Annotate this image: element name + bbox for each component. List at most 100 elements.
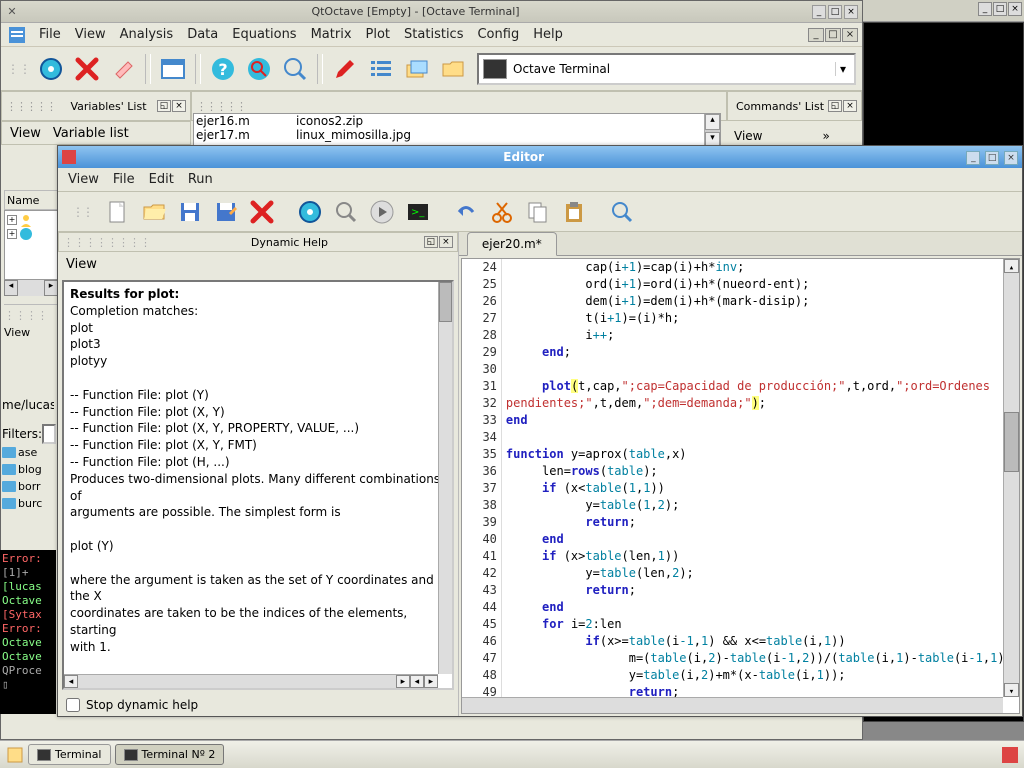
close-icon[interactable]: ×: [172, 100, 186, 112]
close-button[interactable]: ×: [1008, 2, 1022, 16]
file-item[interactable]: iconos2.zip: [296, 114, 396, 128]
list-item[interactable]: blog: [2, 461, 56, 478]
column-header[interactable]: Name: [7, 194, 39, 207]
run-icon[interactable]: [366, 196, 398, 228]
help-icon[interactable]: ?: [207, 53, 239, 85]
menu-view[interactable]: View: [4, 326, 30, 339]
menu-statistics[interactable]: Statistics: [404, 27, 463, 42]
minimize-button[interactable]: _: [978, 2, 992, 16]
help-content[interactable]: Results for plot: Completion matches: pl…: [62, 280, 454, 690]
variables-panel-menu: View Variable list: [1, 121, 191, 145]
close-icon[interactable]: ×: [844, 5, 858, 19]
scrollbar-h[interactable]: ◂▸◂▸: [64, 674, 438, 688]
menu-config[interactable]: Config: [477, 27, 519, 42]
file-item[interactable]: ejer17.m: [196, 128, 296, 142]
menu-plot[interactable]: Plot: [366, 27, 391, 42]
gear-icon[interactable]: [35, 53, 67, 85]
save-as-icon[interactable]: [210, 196, 242, 228]
code-content[interactable]: cap(i+1)=cap(i)+h*inv; ord(i+1)=ord(i)+h…: [502, 259, 1019, 713]
list-item[interactable]: ase: [2, 444, 56, 461]
pencil-icon[interactable]: [329, 53, 361, 85]
scrollbar-v[interactable]: ▴▾: [704, 114, 720, 148]
tree-item[interactable]: +: [7, 227, 55, 241]
undock-icon[interactable]: ◱: [157, 100, 171, 112]
cut-icon[interactable]: [486, 196, 518, 228]
list-item[interactable]: burc: [2, 495, 56, 512]
menu-view[interactable]: View: [66, 257, 97, 272]
search-help-icon[interactable]: [243, 53, 275, 85]
menu-matrix[interactable]: Matrix: [311, 27, 352, 42]
eraser-icon[interactable]: [107, 53, 139, 85]
close-icon[interactable]: ✕: [5, 5, 19, 18]
gear-icon[interactable]: [294, 196, 326, 228]
maximize-button[interactable]: □: [993, 2, 1007, 16]
menu-help[interactable]: Help: [533, 27, 563, 42]
mdi-maximize-icon[interactable]: □: [825, 28, 841, 42]
help-title: Results for plot:: [70, 286, 446, 303]
menu-view[interactable]: View: [75, 27, 106, 42]
filters-input[interactable]: [42, 424, 56, 444]
terminal-selector[interactable]: Octave Terminal ▾: [477, 53, 856, 85]
menu-run[interactable]: Run: [188, 172, 213, 187]
expand-icon[interactable]: »: [822, 129, 829, 143]
new-file-icon[interactable]: [102, 196, 134, 228]
main-titlebar[interactable]: ✕ QtOctave [Empty] - [Octave Terminal] _…: [1, 1, 862, 23]
folder-icon[interactable]: [437, 53, 469, 85]
paste-icon[interactable]: [558, 196, 590, 228]
menu-file[interactable]: File: [39, 27, 61, 42]
menu-view[interactable]: View: [68, 172, 99, 187]
copy-icon[interactable]: [522, 196, 554, 228]
stop-help-checkbox[interactable]: [66, 698, 80, 712]
minimize-icon[interactable]: _: [966, 151, 980, 165]
undock-icon[interactable]: ◱: [424, 236, 438, 248]
maximize-icon[interactable]: □: [985, 151, 999, 165]
taskbar-button-terminal-2[interactable]: Terminal Nº 2: [115, 744, 225, 765]
maximize-icon[interactable]: □: [828, 5, 842, 19]
editor-titlebar[interactable]: Editor _ □ ×: [58, 146, 1022, 168]
menu-analysis[interactable]: Analysis: [120, 27, 174, 42]
tray-icon[interactable]: [1002, 747, 1018, 763]
zoom-icon[interactable]: [279, 53, 311, 85]
close-file-icon[interactable]: [246, 196, 278, 228]
menu-file[interactable]: File: [113, 172, 135, 187]
list-item[interactable]: borr: [2, 478, 56, 495]
save-icon[interactable]: [174, 196, 206, 228]
chevron-down-icon[interactable]: ▾: [835, 62, 850, 76]
mdi-close-icon[interactable]: ×: [842, 28, 858, 42]
close-icon[interactable]: ×: [439, 236, 453, 248]
list-icon[interactable]: [365, 53, 397, 85]
search-icon[interactable]: [606, 196, 638, 228]
code-editor[interactable]: 2425262728293031323334353637383940414243…: [461, 258, 1020, 714]
file-item[interactable]: ejer16.m: [196, 114, 296, 128]
help-line: -- Function File: plot (X, Y, FMT): [70, 437, 446, 454]
minimize-icon[interactable]: _: [812, 5, 826, 19]
menu-equations[interactable]: Equations: [232, 27, 296, 42]
window-icon[interactable]: [157, 53, 189, 85]
stack-icon[interactable]: [401, 53, 433, 85]
show-desktop-icon[interactable]: [6, 746, 24, 764]
mdi-minimize-icon[interactable]: _: [808, 28, 824, 42]
tree-item[interactable]: +: [7, 213, 55, 227]
editor-tab[interactable]: ejer20.m*: [467, 232, 557, 256]
menu-view[interactable]: View: [10, 126, 41, 141]
menu-edit[interactable]: Edit: [149, 172, 174, 187]
menu-data[interactable]: Data: [187, 27, 218, 42]
delete-x-icon[interactable]: [71, 53, 103, 85]
editor-menubar: View File Edit Run: [58, 168, 1022, 192]
file-list[interactable]: ejer16.miconos2.zip ejer17.mlinux_mimosi…: [193, 113, 721, 149]
scrollbar-h[interactable]: [462, 697, 1003, 713]
undock-icon[interactable]: ◱: [828, 100, 842, 112]
folder-icon: [2, 464, 16, 475]
undo-icon[interactable]: [450, 196, 482, 228]
menu-view[interactable]: View: [734, 129, 762, 143]
open-file-icon[interactable]: [138, 196, 170, 228]
terminal-icon[interactable]: >_: [402, 196, 434, 228]
scrollbar-v[interactable]: ▴ ▾: [1003, 259, 1019, 697]
menu-variable-list[interactable]: Variable list: [53, 126, 129, 141]
taskbar-button-terminal[interactable]: Terminal: [28, 744, 111, 765]
close-icon[interactable]: ×: [843, 100, 857, 112]
scrollbar-v[interactable]: [438, 282, 452, 674]
file-item[interactable]: linux_mimosilla.jpg: [296, 128, 396, 142]
find-icon[interactable]: [330, 196, 362, 228]
close-icon[interactable]: ×: [1004, 151, 1018, 165]
